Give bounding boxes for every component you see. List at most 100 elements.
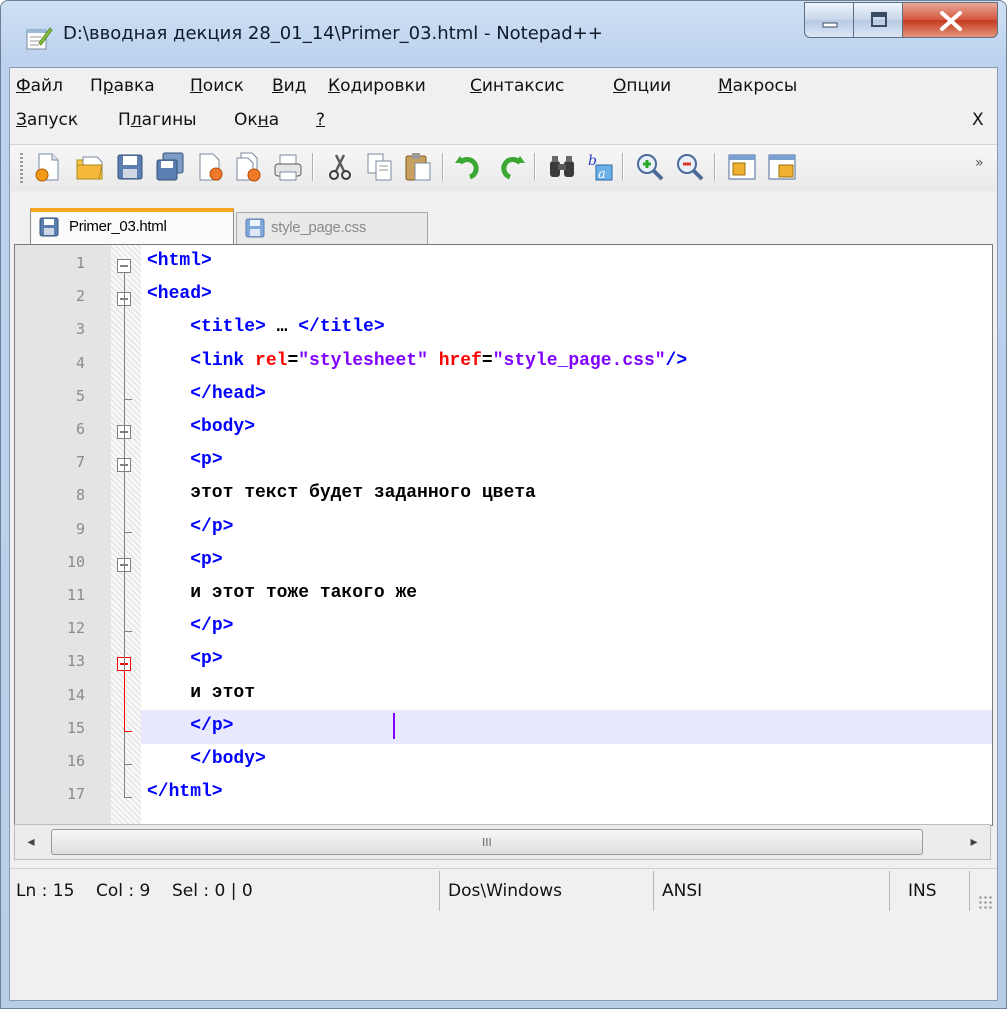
code-line[interactable]: <p> xyxy=(147,450,222,470)
menu-settings[interactable]: Опции xyxy=(613,76,671,96)
status-position-segment: Ln : 15 Col : 9 Sel : 0 | 0 xyxy=(10,871,440,911)
fold-toggle-icon[interactable] xyxy=(117,259,131,273)
menu-syntax[interactable]: Синтаксис xyxy=(470,76,564,96)
zoom-out-icon[interactable] xyxy=(674,151,706,183)
code-token: href xyxy=(438,350,482,371)
code-line[interactable]: </body> xyxy=(147,749,266,769)
code-token: <p> xyxy=(190,549,223,570)
menu-help[interactable]: ? xyxy=(316,110,325,130)
code-line[interactable]: <html> xyxy=(147,251,212,271)
code-line[interactable]: </p> xyxy=(147,716,233,736)
redo-icon[interactable] xyxy=(494,151,526,183)
code-line[interactable]: </p> xyxy=(147,616,233,636)
code-token: <link xyxy=(190,350,256,371)
save-all-icon[interactable] xyxy=(154,151,186,183)
line-number: 6 xyxy=(75,420,85,438)
undo-icon[interactable] xyxy=(454,151,486,183)
code-line[interactable]: <link rel="stylesheet" href="style_page.… xyxy=(147,351,687,371)
open-file-icon[interactable] xyxy=(74,151,106,183)
status-eol: Dos\Windows xyxy=(448,881,562,901)
code-line[interactable]: </html> xyxy=(147,782,223,802)
saved-file-icon xyxy=(245,218,265,238)
minimize-icon xyxy=(822,22,838,28)
code-token: = xyxy=(481,350,493,371)
toolbar-separator xyxy=(534,153,536,181)
code-line[interactable]: <p> xyxy=(147,549,223,570)
scroll-right-arrow-icon[interactable]: ▸ xyxy=(960,829,988,855)
code-line[interactable]: этот текст будет заданного цвета xyxy=(147,483,536,503)
close-file-icon[interactable] xyxy=(194,151,226,183)
menu-run[interactable]: Запуск xyxy=(16,110,78,130)
close-document-button[interactable]: X xyxy=(972,110,984,130)
menu-file[interactable]: Файл xyxy=(16,76,63,96)
code-line[interactable]: </p> xyxy=(147,517,233,537)
code-token: <html> xyxy=(147,251,212,271)
fold-end-marker xyxy=(124,730,132,732)
menu-view[interactable]: Вид xyxy=(272,76,306,96)
code-line[interactable]: <p> xyxy=(147,649,222,669)
horizontal-scrollbar[interactable]: ◂ III ▸ xyxy=(14,824,991,860)
new-file-icon[interactable] xyxy=(32,151,64,183)
line-number: 9 xyxy=(75,519,85,538)
code-line[interactable]: <head> xyxy=(147,284,212,304)
scroll-left-arrow-icon[interactable]: ◂ xyxy=(17,829,45,855)
menu-plugins[interactable]: Плагины xyxy=(118,110,197,130)
minimize-button[interactable] xyxy=(804,2,854,38)
paste-icon[interactable] xyxy=(402,151,434,183)
line-number: 15 xyxy=(66,718,85,737)
print-icon[interactable] xyxy=(272,151,304,183)
menu-search[interactable]: Поиск xyxy=(190,76,244,96)
code-line[interactable]: и этот тоже такого же xyxy=(147,583,417,603)
sync-horizontal-scroll-icon[interactable] xyxy=(766,151,798,183)
code-text-area[interactable]: <html> <head> <title> … </title> <link re… xyxy=(141,245,992,825)
status-encoding-segment: ANSI xyxy=(654,871,890,911)
maximize-button[interactable] xyxy=(853,2,903,38)
copy-icon[interactable] xyxy=(364,151,396,183)
fold-end-marker xyxy=(124,531,132,533)
code-token: <body> xyxy=(190,417,256,437)
find-icon[interactable] xyxy=(546,151,578,183)
tab-bar: Primer_03.html style_page.css xyxy=(10,198,997,244)
cut-icon[interactable] xyxy=(324,151,356,183)
toolbar-separator xyxy=(442,153,444,181)
code-token: <title> xyxy=(190,317,266,338)
replace-icon[interactable]: ba xyxy=(584,151,616,183)
line-number: 14 xyxy=(66,685,85,704)
close-window-button[interactable] xyxy=(902,2,998,38)
code-line[interactable]: и этот xyxy=(147,683,255,703)
close-all-icon[interactable] xyxy=(232,151,264,183)
tab-style-page-css[interactable]: style_page.css xyxy=(236,212,428,244)
menu-edit[interactable]: Правка xyxy=(90,76,155,96)
zoom-in-icon[interactable] xyxy=(634,151,666,183)
tab-primer-03-html[interactable]: Primer_03.html xyxy=(30,208,234,244)
menu-encoding[interactable]: Кодировки xyxy=(328,76,426,96)
sync-vertical-scroll-icon[interactable] xyxy=(726,151,758,183)
code-line[interactable]: </head> xyxy=(147,384,266,404)
save-icon[interactable] xyxy=(114,151,146,183)
fold-guide-line xyxy=(124,671,125,731)
code-line[interactable]: <body> xyxy=(147,417,255,437)
code-line[interactable]: <title> … </title> xyxy=(147,317,384,338)
toolbar-grip[interactable] xyxy=(20,153,23,183)
status-position: Ln : 15 Col : 9 Sel : 0 | 0 xyxy=(16,881,253,901)
code-token: </body> xyxy=(190,749,266,769)
code-token: rel xyxy=(255,350,288,371)
resize-grip-icon[interactable] xyxy=(978,895,994,909)
toolbar: ba » xyxy=(10,144,997,191)
scrollbar-thumb[interactable]: III xyxy=(51,829,923,855)
fold-margin[interactable] xyxy=(111,245,141,825)
code-editor[interactable]: 1 2 3 4 5 6 7 8 9 10 11 12 13 14 15 16 17 <html> <head> <… xyxy=(14,244,993,826)
menu-macro[interactable]: Макросы xyxy=(718,76,797,96)
line-number: 17 xyxy=(66,785,85,804)
toolbar-separator xyxy=(622,153,624,181)
title-bar[interactable]: D:\вводная декция 28_01_14\Primer_03.htm… xyxy=(1,1,1006,67)
menu-window[interactable]: Окна xyxy=(234,110,279,130)
toolbar-overflow-icon[interactable]: » xyxy=(975,155,984,171)
